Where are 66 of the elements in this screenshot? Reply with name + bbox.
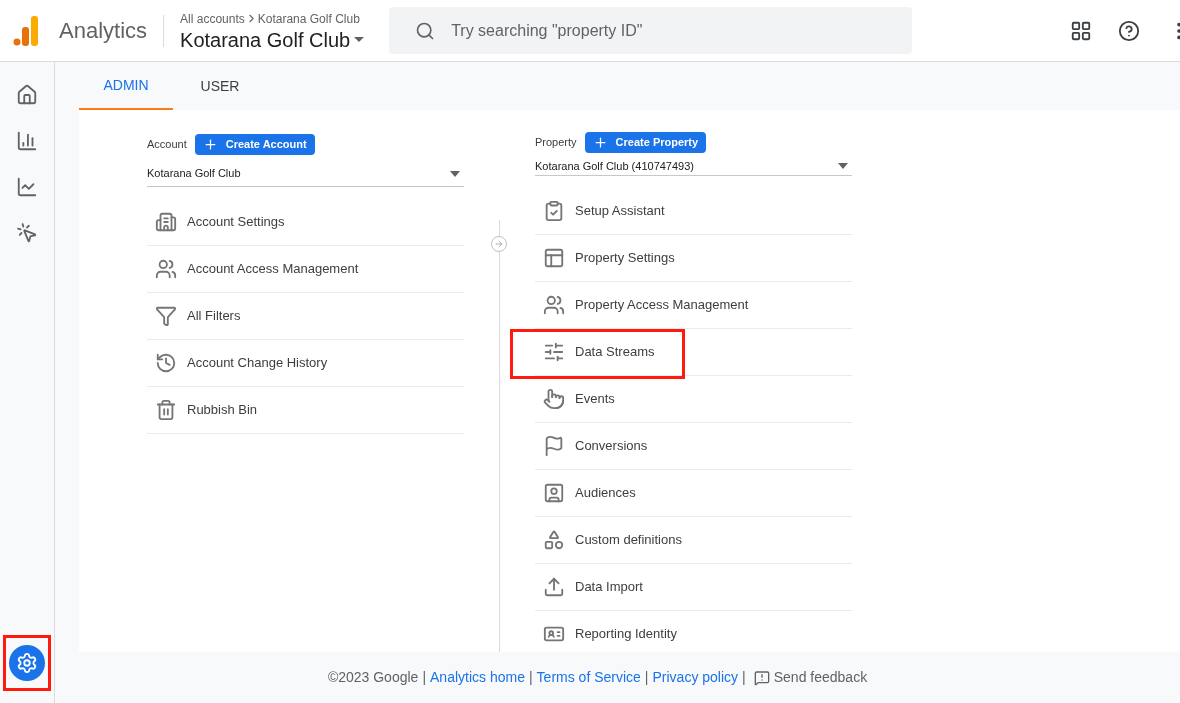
plus-icon — [202, 136, 218, 152]
analytics-logo-icon — [13, 15, 39, 46]
menu-link[interactable]: Property Settings — [575, 247, 675, 268]
select-dropdown[interactable]: Kotarana Golf Club (410747493) — [535, 158, 852, 176]
dropdown-caret-icon — [354, 37, 365, 42]
dropdown-caret-icon — [838, 163, 848, 170]
tab[interactable]: USER — [173, 62, 267, 110]
menu-link[interactable]: Account Access Management — [187, 259, 359, 279]
create-button[interactable]: Create Property — [584, 132, 707, 153]
menu-link[interactable]: Setup Assistant — [575, 200, 665, 221]
select-dropdown[interactable]: Kotarana Golf Club — [147, 161, 464, 187]
breadcrumb-link[interactable]: Kotarana Golf Club — [257, 9, 360, 28]
upload-icon — [543, 575, 565, 598]
menu-link[interactable]: Data Import — [575, 576, 643, 597]
menu-link[interactable]: Data Streams — [575, 341, 655, 362]
home-icon[interactable] — [16, 84, 38, 106]
separator-text: | — [644, 668, 649, 687]
column-label: Account — [147, 136, 187, 152]
people-icon — [543, 293, 565, 316]
footer-link[interactable]: Analytics home — [430, 667, 525, 688]
menu-link[interactable]: Conversions — [575, 435, 648, 456]
footer-link[interactable]: Terms of Service — [536, 667, 641, 688]
search-icon — [415, 20, 436, 41]
menu-link[interactable]: Audiences — [575, 482, 636, 503]
menu-link[interactable]: Reporting Identity — [575, 624, 677, 644]
trend-icon[interactable] — [16, 176, 38, 198]
apps-grid-icon[interactable] — [1070, 19, 1092, 42]
flag-icon — [543, 434, 565, 457]
layout-icon — [543, 246, 565, 269]
pointer-hand-icon — [543, 387, 565, 410]
column-label: Property — [535, 135, 577, 151]
menu-link[interactable]: Account Change History — [187, 353, 328, 373]
settings-button[interactable] — [9, 645, 45, 681]
menu-link[interactable]: All Filters — [187, 306, 241, 326]
dropdown-caret-icon — [450, 170, 460, 177]
help-icon[interactable] — [1118, 19, 1140, 42]
building-icon — [155, 211, 177, 233]
filter-icon — [155, 305, 177, 327]
people-icon — [155, 258, 177, 280]
menu-link[interactable]: Rubbish Bin — [187, 400, 258, 420]
menu-link[interactable]: Property Access Management — [575, 294, 749, 315]
separator-text: | — [528, 668, 533, 687]
create-button[interactable]: Create Account — [194, 133, 315, 155]
menu-link[interactable]: Custom definitions — [575, 529, 682, 550]
separator-text: | — [422, 668, 426, 687]
app-name: Analytics — [59, 17, 148, 45]
trash-icon — [155, 399, 177, 421]
footer-link[interactable]: Privacy policy — [652, 667, 739, 688]
breadcrumb-link[interactable]: All accounts — [180, 9, 245, 28]
plus-icon — [592, 135, 608, 150]
sliders-icon — [543, 340, 565, 363]
feedback-icon — [753, 669, 770, 686]
clipboard-check-icon — [543, 199, 565, 222]
settings-icon — [16, 652, 38, 674]
menu-link[interactable]: Events — [575, 388, 615, 409]
menu-link[interactable]: Account Settings — [187, 212, 285, 232]
cursor-click-icon[interactable] — [16, 222, 38, 244]
history-icon — [155, 352, 177, 374]
shapes-icon — [543, 528, 565, 551]
copyright-text: ©2023 Google — [327, 668, 419, 687]
search-bar[interactable]: Try searching "property ID" — [389, 7, 913, 54]
bar-chart-icon[interactable] — [16, 130, 38, 152]
property-picker[interactable]: Kotarana Golf Club — [180, 27, 365, 52]
separator-text: | — [742, 668, 746, 687]
search-input[interactable]: Try searching "property ID" — [451, 18, 887, 43]
feedback-link[interactable]: Send feedback — [773, 667, 868, 688]
